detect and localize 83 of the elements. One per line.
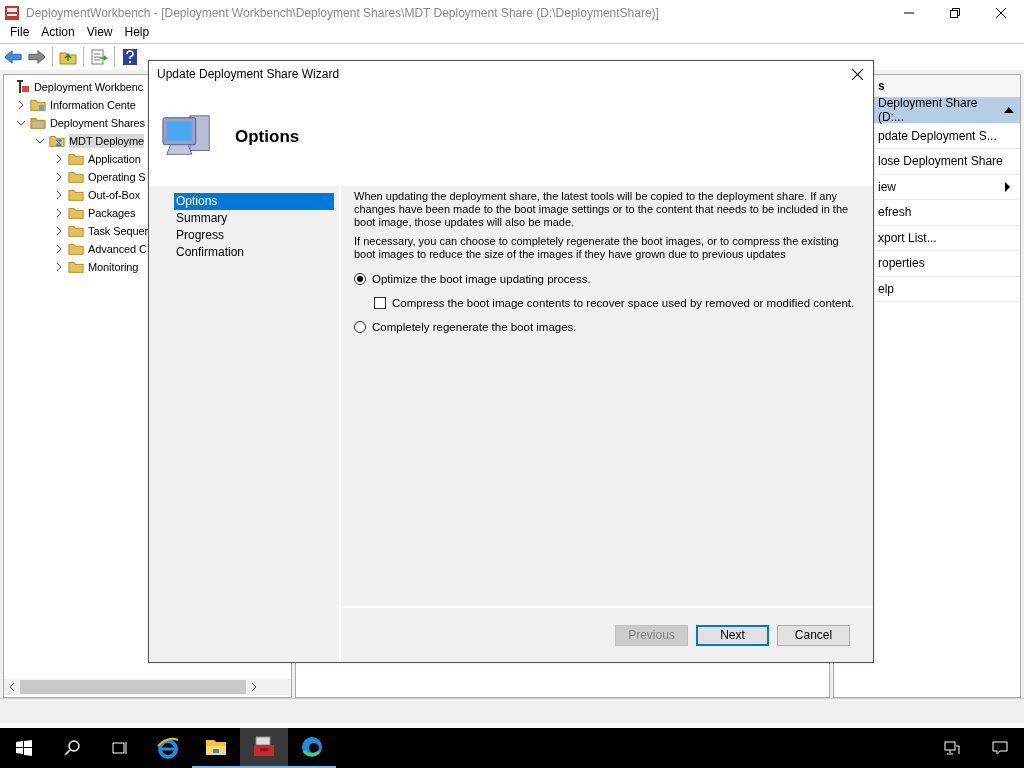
tree-item[interactable]: MDT Deployme <box>69 134 144 148</box>
task-link[interactable]: elp <box>878 281 894 296</box>
folder-icon <box>68 151 84 167</box>
folder-icon <box>68 187 84 203</box>
tree-item[interactable]: Operating S <box>88 170 146 184</box>
task-link[interactable]: efresh <box>878 205 912 220</box>
radio-button[interactable] <box>354 321 366 333</box>
folder-icon <box>68 169 84 185</box>
dialog-title: Update Deployment Share Wizard <box>157 67 340 81</box>
forward-arrow-icon[interactable] <box>28 49 46 65</box>
radio-button[interactable] <box>354 273 366 285</box>
task-link[interactable]: lose Deployment Share <box>878 154 1003 169</box>
expander-icon[interactable] <box>54 208 64 218</box>
back-arrow-icon[interactable] <box>4 49 22 65</box>
workbench-icon <box>14 79 30 95</box>
tree-item[interactable]: Out-of-Box <box>88 188 141 202</box>
description-text: If necessary, you can choose to completely regenerate the boot images, or to compress the existing boot images to reduce the size of the images if they have grown due to previous updates <box>354 235 840 261</box>
menu-item[interactable]: Action <box>35 25 81 43</box>
wizard-step[interactable]: Summary <box>174 210 334 227</box>
menu-item[interactable]: View <box>80 25 119 43</box>
search-icon[interactable] <box>64 740 80 756</box>
share-folder-icon <box>49 133 65 149</box>
expander-icon[interactable] <box>54 226 64 236</box>
option-label: Completely regenerate the boot images. <box>372 321 577 333</box>
browser-swirl-icon <box>300 735 324 759</box>
scroll-right-icon[interactable] <box>251 682 257 692</box>
menu-item[interactable]: File <box>4 25 36 43</box>
task-link[interactable]: pdate Deployment S... <box>878 128 997 143</box>
tree-item[interactable]: Task Sequer <box>88 224 149 238</box>
expander-icon[interactable] <box>16 118 26 128</box>
folder-icon <box>68 223 84 239</box>
folder-up-icon[interactable] <box>59 49 77 65</box>
tree-item[interactable]: Application <box>88 152 141 166</box>
expander-icon[interactable] <box>16 100 26 110</box>
info-folder-icon <box>30 97 46 113</box>
horizontal-scrollbar[interactable] <box>4 679 291 695</box>
collapse-caret-icon[interactable] <box>1004 107 1014 114</box>
wizard-button[interactable]: Next <box>696 624 769 646</box>
wizard-button[interactable]: Cancel <box>777 624 850 646</box>
window-title: DeploymentWorkbench - [Deployment Workbench\Deployment Shares\MDT Deployment Share (D:\DeploymentShare)] <box>26 5 659 20</box>
start-icon[interactable] <box>16 740 32 756</box>
network-icon[interactable] <box>944 740 960 756</box>
notification-icon[interactable] <box>992 740 1008 756</box>
tree-item[interactable]: Deployment Workbenc <box>34 80 144 94</box>
tree-item[interactable]: Information Cente <box>50 98 136 112</box>
browser-e-icon <box>156 736 180 760</box>
folder-icon <box>30 115 46 131</box>
task-view-icon[interactable] <box>112 740 128 756</box>
close-icon[interactable] <box>996 7 1006 18</box>
tree-item[interactable]: Deployment Shares <box>50 116 145 130</box>
tree-item[interactable]: Monitoring <box>88 260 139 274</box>
task-link[interactable]: iew <box>878 179 896 194</box>
task-link[interactable]: roperties <box>878 256 925 271</box>
taskbar-app[interactable] <box>240 728 288 768</box>
help-icon[interactable] <box>121 49 139 65</box>
expander-icon[interactable] <box>54 262 64 272</box>
expander-icon[interactable] <box>54 154 64 164</box>
app-icon <box>4 4 20 21</box>
folder-icon <box>68 205 84 221</box>
tree-item[interactable]: Packages <box>88 206 136 220</box>
toolbox-icon <box>252 735 276 759</box>
wizard-step[interactable]: Options <box>174 193 334 210</box>
page-heading: Options <box>235 126 300 147</box>
wizard-step[interactable]: Progress <box>174 227 334 244</box>
task-link[interactable]: xport List... <box>878 230 937 245</box>
option-label: Optimize the boot image updating process. <box>372 273 591 285</box>
expander-icon[interactable] <box>54 172 64 182</box>
scroll-left-icon[interactable] <box>9 682 15 692</box>
checkbox[interactable] <box>374 297 386 309</box>
option-label: Compress the boot image contents to recover space used by removed or modified content. <box>392 297 855 309</box>
expander-icon[interactable] <box>54 244 64 254</box>
menu-item[interactable]: Help <box>118 25 156 43</box>
expander-icon[interactable] <box>35 136 45 146</box>
description-text: When updating the deployment share, the latest tools will be copied to the deployment share. If any changes have been made to the boot image settings or to the content that needs to be included in the boot image, those updates will also be made. <box>354 190 850 229</box>
export-list-icon[interactable] <box>90 49 108 65</box>
expander-icon[interactable] <box>54 190 64 200</box>
folder-icon <box>68 241 84 257</box>
tree-item[interactable]: Advanced C <box>88 242 147 256</box>
wizard-step[interactable]: Confirmation <box>174 244 334 261</box>
close-icon[interactable] <box>852 68 863 80</box>
restore-icon[interactable] <box>950 7 960 18</box>
folder-icon <box>68 259 84 275</box>
submenu-caret-icon <box>1005 181 1010 192</box>
